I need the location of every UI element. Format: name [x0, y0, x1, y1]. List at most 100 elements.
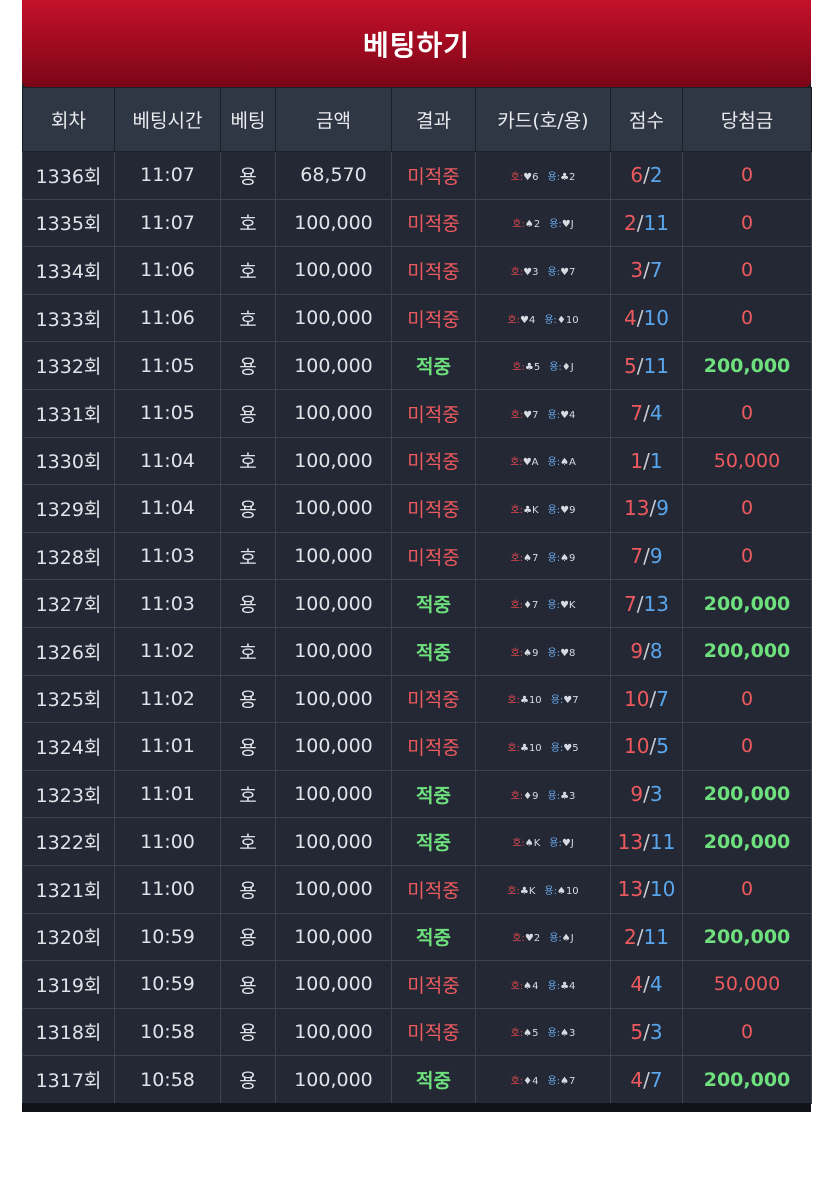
dragon-card-label: 용: [544, 314, 557, 326]
dragon-card: ♥9 [560, 504, 576, 516]
dragon-card: ♥8 [560, 647, 576, 659]
cards-cell: 호:♣10 용:♥7 [475, 674, 611, 724]
cards-cell: 호:♥2 용:♠J [475, 912, 611, 962]
tiger-card-label: 호: [510, 504, 524, 516]
tiger-score: 5 [630, 1019, 644, 1044]
table-row: 1328회 11:03 호 100,000 미적중 호:♠7 용:♠9 7/9 0 [22, 531, 812, 581]
bet-side-cell: 용 [220, 484, 276, 533]
table-row: 1323회 11:01 호 100,000 적중 호:♦9 용:♣3 9/3 200,000 [22, 769, 812, 819]
dragon-card: ♣2 [560, 171, 576, 183]
tiger-card: ♣K [523, 504, 539, 516]
bet-time-cell: 11:04 [114, 484, 221, 533]
dragon-score: 11 [643, 210, 669, 235]
dragon-score: 2 [649, 163, 663, 188]
cards-cell: 호:♣10 용:♥5 [475, 722, 611, 771]
tiger-card-label: 호: [510, 790, 524, 802]
bet-side-cell: 용 [220, 912, 276, 962]
score-separator: / [636, 210, 644, 235]
dragon-card: ♠9 [560, 552, 576, 564]
bet-side-cell: 호 [220, 817, 276, 866]
tiger-card-label: 호: [510, 457, 523, 469]
bet-side-cell: 용 [220, 151, 276, 200]
result-cell: 미적중 [391, 388, 476, 438]
amount-cell: 100,000 [275, 341, 392, 390]
amount-cell: 100,000 [275, 484, 392, 533]
dragon-score: 8 [649, 639, 663, 664]
round-cell: 1328회 [22, 531, 115, 581]
score-cell: 9/8 [610, 626, 683, 676]
round-cell: 1321회 [22, 864, 115, 914]
bet-time-cell: 11:07 [114, 151, 221, 200]
round-cell: 1318회 [22, 1007, 115, 1057]
dragon-card-label: 용: [544, 885, 557, 897]
bet-time-cell: 11:06 [114, 246, 221, 295]
tiger-score: 13 [617, 877, 644, 902]
table-row: 1327회 11:03 용 100,000 적중 호:♦7 용:♥K 7/13 200,000 [22, 579, 812, 628]
tiger-card: ♥2 [524, 933, 541, 945]
tiger-card: ♠5 [523, 1028, 539, 1040]
score-separator: / [636, 924, 644, 949]
bet-time-cell: 11:04 [114, 436, 221, 486]
title-bar: 베팅하기 [22, 0, 811, 87]
cards-cell: 호:♥7 용:♥4 [475, 388, 611, 438]
bet-side-cell: 용 [220, 1055, 276, 1104]
winnings-cell: 200,000 [682, 341, 812, 390]
amount-cell: 100,000 [275, 674, 392, 724]
dragon-card-label: 용: [547, 647, 561, 659]
bet-time-cell: 11:02 [114, 674, 221, 724]
bet-side-cell: 호 [220, 769, 276, 819]
round-cell: 1322회 [22, 817, 115, 866]
dragon-card-label: 용: [549, 362, 562, 374]
tiger-card-label: 호: [510, 1028, 524, 1040]
bet-side-cell: 용 [220, 674, 276, 724]
winnings-cell: 0 [682, 722, 812, 771]
winnings-cell: 200,000 [682, 579, 812, 628]
score-separator: / [636, 591, 644, 616]
cards-cell: 호:♠5 용:♠3 [475, 1007, 611, 1057]
dragon-card-label: 용: [550, 695, 564, 707]
amount-cell: 100,000 [275, 1055, 392, 1104]
bet-time-cell: 11:07 [114, 198, 221, 248]
winnings-cell: 0 [682, 388, 812, 438]
dragon-score: 10 [643, 306, 669, 331]
table-row: 1319회 10:59 용 100,000 미적중 호:♠4 용:♣4 4/4 50,000 [22, 960, 812, 1009]
amount-cell: 100,000 [275, 246, 392, 295]
tiger-card: ♣K [519, 885, 536, 897]
score-cell: 4/4 [610, 960, 683, 1009]
tiger-card-label: 호: [507, 314, 520, 326]
dragon-card: ♥K [559, 600, 576, 612]
header-result: 결과 [391, 87, 476, 152]
score-cell: 2/11 [610, 198, 683, 248]
dragon-score: 9 [649, 544, 663, 569]
score-separator: / [643, 448, 650, 473]
cards-cell: 호:♣5 용:♦J [475, 341, 611, 390]
result-cell: 미적중 [391, 531, 476, 581]
dragon-card-label: 용: [547, 409, 561, 421]
dragon-score: 10 [649, 877, 676, 902]
score-cell: 10/5 [610, 722, 683, 771]
tiger-score: 2 [624, 924, 637, 949]
bet-time-cell: 10:58 [114, 1055, 221, 1104]
tiger-card-label: 호: [507, 885, 520, 897]
winnings-cell: 200,000 [682, 912, 812, 962]
amount-cell: 100,000 [275, 388, 392, 438]
result-cell: 미적중 [391, 722, 476, 771]
score-cell: 6/2 [610, 151, 683, 200]
dragon-score: 4 [649, 972, 663, 997]
dragon-card: ♠J [561, 933, 574, 945]
tiger-card: ♥A [522, 457, 539, 469]
dragon-card-label: 용: [547, 980, 561, 992]
table-row: 1329회 11:04 용 100,000 미적중 호:♣K 용:♥9 13/9 0 [22, 484, 812, 533]
header-bet-side: 베팅 [220, 87, 276, 152]
round-cell: 1324회 [22, 722, 115, 771]
dragon-score: 11 [649, 829, 676, 854]
score-cell: 4/7 [610, 1055, 683, 1104]
tiger-card-label: 호: [510, 171, 524, 183]
score-cell: 7/13 [610, 579, 683, 628]
bet-time-cell: 11:02 [114, 626, 221, 676]
table-row: 1331회 11:05 용 100,000 미적중 호:♥7 용:♥4 7/4 0 [22, 388, 812, 438]
dragon-score: 11 [643, 924, 669, 949]
result-cell: 적중 [391, 912, 476, 962]
bet-time-cell: 11:01 [114, 722, 221, 771]
tiger-score: 6 [630, 163, 644, 188]
